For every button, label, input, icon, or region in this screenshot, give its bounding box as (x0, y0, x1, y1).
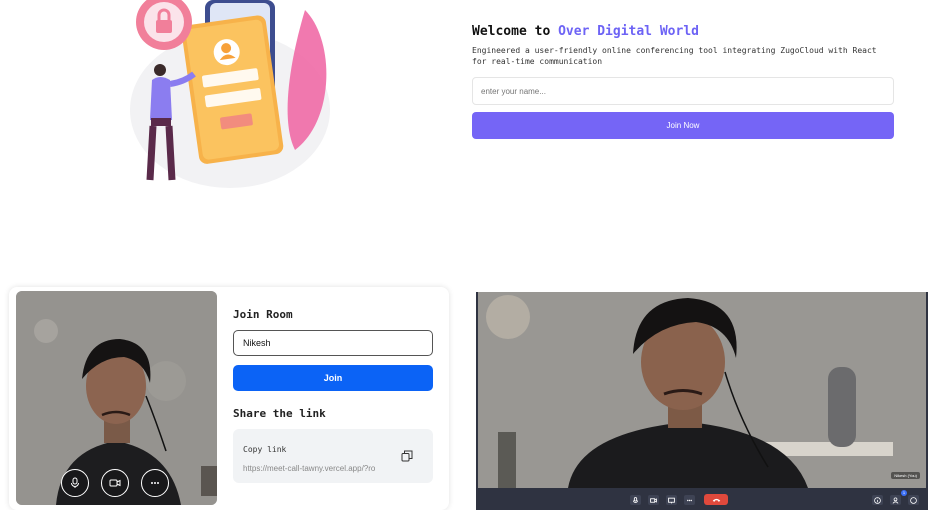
camera-preview (16, 291, 217, 505)
mic-toggle-button[interactable] (61, 469, 89, 497)
participant-video (478, 292, 926, 488)
more-icon (151, 482, 159, 484)
welcome-title: Welcome to Over Digital World (472, 24, 894, 39)
share-link-title: Share the link (233, 407, 326, 420)
meeting-view: Nikesh (You) 1 (476, 292, 928, 510)
copy-link-button[interactable] (401, 449, 413, 467)
copy-link-url: https://meet-call-tawny.vercel.app/?ro (243, 464, 376, 473)
toolbar-participants-button[interactable] (890, 495, 901, 505)
participant-count-badge: 1 (901, 490, 907, 496)
toolbar-camera-button[interactable] (648, 495, 659, 505)
mic-icon (633, 496, 638, 503)
info-icon (874, 496, 881, 504)
toolbar-info-button[interactable] (872, 495, 883, 505)
end-call-button[interactable] (704, 494, 728, 505)
welcome-title-prefix: Welcome to (472, 24, 559, 39)
toolbar-more-button[interactable] (684, 495, 695, 505)
toolbar-chat-button[interactable] (908, 495, 919, 505)
toolbar-screen-share-button[interactable] (666, 495, 677, 505)
participants-icon (892, 496, 899, 504)
camera-toggle-button[interactable] (101, 469, 129, 497)
join-button[interactable]: Join (233, 365, 433, 391)
more-options-button[interactable] (141, 469, 169, 497)
join-room-title: Join Room (233, 308, 293, 321)
screen-share-icon (668, 497, 675, 503)
room-name-input[interactable] (233, 330, 433, 356)
name-input[interactable] (472, 77, 894, 105)
participant-name-tag: Nikesh (You) (891, 472, 920, 479)
end-call-icon (712, 498, 720, 502)
camera-icon (109, 479, 121, 487)
mic-icon (71, 477, 79, 488)
copy-icon (401, 450, 413, 462)
camera-icon (650, 497, 657, 503)
hero-illustration (130, 0, 330, 188)
chat-icon (910, 496, 917, 504)
more-icon (687, 499, 692, 501)
welcome-title-accent: Over Digital World (558, 24, 699, 39)
meeting-toolbar: 1 (476, 490, 928, 510)
copy-link-label: Copy link (243, 445, 287, 454)
welcome-description: Engineered a user-friendly online confer… (472, 46, 877, 66)
copy-link-box: Copy link https://meet-call-tawny.vercel… (233, 429, 433, 483)
join-now-button[interactable]: Join Now (472, 112, 894, 139)
welcome-panel: Welcome to Over Digital World Engineered… (472, 24, 894, 139)
toolbar-mic-button[interactable] (630, 495, 641, 505)
lobby-card: Join Room Join Share the link Copy link … (9, 287, 449, 510)
